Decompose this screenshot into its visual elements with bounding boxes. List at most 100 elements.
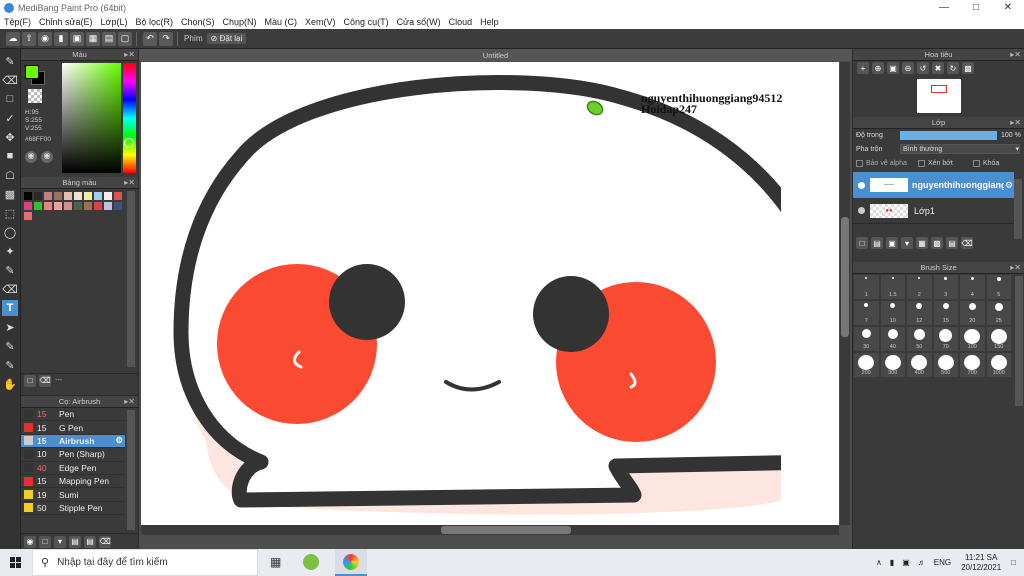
palette-swatch[interactable] xyxy=(104,192,112,200)
blend-mode-select[interactable]: Bình thường ▾ xyxy=(900,144,1020,154)
brush-size-option[interactable]: 40 xyxy=(879,326,906,352)
grid-icon[interactable]: ▦ xyxy=(86,31,100,46)
notification-icon[interactable]: □ xyxy=(1011,558,1016,567)
menu-file[interactable]: Tệp(F) xyxy=(0,17,35,27)
menu-select[interactable]: Chọn(S) xyxy=(177,17,219,27)
canvas-tab[interactable]: Untitled xyxy=(139,49,852,61)
clock[interactable]: 11:21 SA 20/12/2021 xyxy=(961,553,1001,573)
flip-icon[interactable]: ▩ xyxy=(962,62,974,74)
vertical-scroll-thumb[interactable] xyxy=(841,217,849,337)
menu-layer[interactable]: Lớp(L) xyxy=(97,17,132,27)
gradient-tool-icon[interactable]: ▩ xyxy=(2,186,18,202)
maximize-button[interactable]: □ xyxy=(960,0,992,15)
palette-swatch[interactable] xyxy=(24,192,32,200)
palette-swatch[interactable] xyxy=(34,202,42,210)
eraser-tool-icon[interactable]: ⌫ xyxy=(2,72,18,88)
palette-swatch[interactable] xyxy=(54,192,62,200)
brush-tool-icon[interactable]: ✎ xyxy=(2,53,18,69)
brush-size-option[interactable]: 1 xyxy=(853,274,880,300)
brush-item-airbrush[interactable]: 15 Airbrush ⚙ xyxy=(21,434,125,449)
navigator-thumbnail[interactable] xyxy=(917,79,961,113)
brush-item-sumi[interactable]: 19 Sumi xyxy=(21,488,125,502)
brush-size-option[interactable]: 500 xyxy=(932,352,959,378)
brush-copy-icon[interactable]: ▤ xyxy=(69,535,81,548)
brush-size-option[interactable]: 2 xyxy=(906,274,933,300)
palette-swatch[interactable] xyxy=(24,212,32,220)
brush-open-icon[interactable]: ▤ xyxy=(84,535,96,548)
gear-icon[interactable]: ⚙ xyxy=(115,435,123,446)
panel-icon[interactable]: ▢ xyxy=(118,31,132,46)
menu-color[interactable]: Màu (C) xyxy=(261,17,302,27)
fit-icon[interactable]: ▣ xyxy=(887,62,899,74)
delete-palette-icon[interactable]: ⌫ xyxy=(39,374,51,387)
new-halftone-layer-icon[interactable]: ▤ xyxy=(871,237,883,249)
dotline-tool-icon[interactable]: ✓ xyxy=(2,110,18,126)
brush-size-option[interactable]: 12 xyxy=(906,300,933,326)
brush-size-option[interactable]: 700 xyxy=(959,352,986,378)
select-pen-tool-icon[interactable]: ✎ xyxy=(2,262,18,278)
add-palette-icon[interactable]: □ xyxy=(24,374,36,387)
divide-tool-icon[interactable]: ✎ xyxy=(2,338,18,354)
palette-swatch[interactable] xyxy=(44,192,52,200)
menu-window[interactable]: Cửa sổ(W) xyxy=(393,17,445,27)
brush-size-option[interactable]: 150 xyxy=(985,326,1012,352)
move-tool-icon[interactable]: ✥ xyxy=(2,129,18,145)
palette-swatch[interactable] xyxy=(84,202,92,210)
panel-menu-icon[interactable]: ▸✕ xyxy=(1010,118,1021,127)
close-button[interactable]: ✕ xyxy=(992,0,1024,15)
brush-dropdown-icon[interactable]: ▾ xyxy=(54,535,66,548)
chat-icon[interactable]: ▮ xyxy=(54,31,68,46)
reset-key-button[interactable]: ⊘ Đặt lại xyxy=(206,33,247,44)
battery-icon[interactable]: ▮ xyxy=(890,558,894,567)
brush-size-scrollbar[interactable] xyxy=(1015,276,1023,406)
menu-filter[interactable]: Bộ lọc(R) xyxy=(131,17,177,27)
cloud-icon[interactable]: ☁ xyxy=(6,31,20,46)
palette-swatch[interactable] xyxy=(94,202,102,210)
panel-menu-icon[interactable]: ▸✕ xyxy=(124,397,135,406)
add-brush-icon[interactable]: ◉ xyxy=(24,535,36,548)
undo-icon[interactable]: ↶ xyxy=(143,31,157,46)
palette-swatch[interactable] xyxy=(84,192,92,200)
language-indicator[interactable]: ENG xyxy=(934,558,951,567)
brush-size-option[interactable]: 100 xyxy=(959,326,986,352)
palette-swatch[interactable] xyxy=(114,202,122,210)
duplicate-layer-icon[interactable]: ▩ xyxy=(931,237,943,249)
table-icon[interactable]: ▤ xyxy=(102,31,116,46)
palette-swatch[interactable] xyxy=(64,202,72,210)
color-picker-icon[interactable]: ◉ xyxy=(41,151,53,163)
navigator-viewport[interactable] xyxy=(931,85,947,93)
brush-size-option[interactable]: 5 xyxy=(985,274,1012,300)
transparent-color-swatch[interactable] xyxy=(28,89,42,103)
zoom-out-icon[interactable]: ⊖ xyxy=(902,62,914,74)
app-icon-green[interactable] xyxy=(303,554,319,570)
protect-alpha-checkbox[interactable] xyxy=(856,159,863,167)
rotate-left-icon[interactable]: ↺ xyxy=(917,62,929,74)
brush-item-stipple-pen[interactable]: 50 Stipple Pen xyxy=(21,502,125,516)
hand-tool-icon[interactable]: ✋ xyxy=(2,376,18,392)
palette-swatch[interactable] xyxy=(54,202,62,210)
hue-slider-handle[interactable] xyxy=(124,138,134,148)
brush-size-option[interactable]: 3 xyxy=(932,274,959,300)
network-icon[interactable]: ▣ xyxy=(902,558,910,567)
brush-size-option[interactable]: 400 xyxy=(906,352,933,378)
menu-cloud[interactable]: Cloud xyxy=(445,17,477,27)
palette-swatch[interactable] xyxy=(44,202,52,210)
shape-tool-icon[interactable]: □ xyxy=(2,91,18,107)
palette-swatch[interactable] xyxy=(74,202,82,210)
add-layer-dropdown-icon[interactable]: ▾ xyxy=(901,237,913,249)
zoom-in-icon[interactable]: + xyxy=(857,62,869,74)
panel-menu-icon[interactable]: ▸✕ xyxy=(1010,50,1021,59)
page-icon[interactable]: ▣ xyxy=(70,31,84,46)
menu-help[interactable]: Help xyxy=(476,17,503,27)
horizontal-scroll-thumb[interactable] xyxy=(441,526,571,534)
folder-icon[interactable]: ▦ xyxy=(916,237,928,249)
palette-swatch[interactable] xyxy=(24,202,32,210)
new-layer-icon[interactable]: □ xyxy=(856,237,868,249)
brush-size-option[interactable]: 200 xyxy=(853,352,880,378)
clip-checkbox[interactable] xyxy=(918,159,925,167)
palette-swatch[interactable] xyxy=(114,192,122,200)
rotate-right-icon[interactable]: ↻ xyxy=(947,62,959,74)
eye-icon[interactable] xyxy=(858,207,865,214)
brush-folder-icon[interactable]: □ xyxy=(39,535,51,548)
brush-size-option[interactable]: 15 xyxy=(932,300,959,326)
